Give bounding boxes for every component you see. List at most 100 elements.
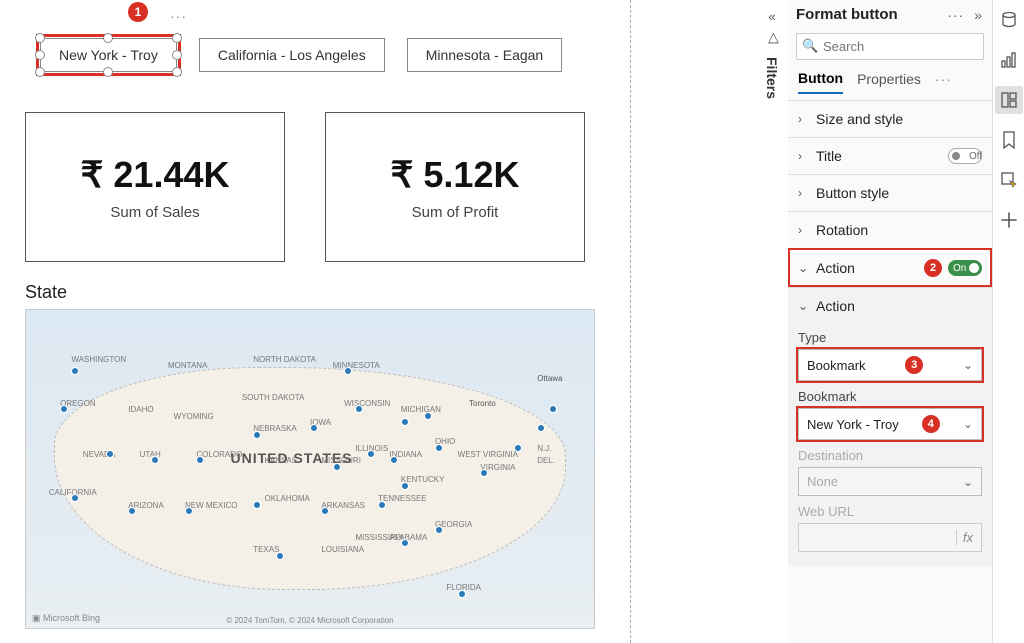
map-state-label: N.J. [537, 444, 551, 453]
select-type[interactable]: Bookmark 3 ⌄ [798, 349, 982, 381]
map-datapoint[interactable] [390, 456, 398, 464]
section-rotation[interactable]: › Rotation [788, 211, 992, 248]
map-datapoint[interactable] [378, 501, 386, 509]
resize-handle[interactable] [35, 50, 45, 60]
rail-data-icon[interactable] [995, 6, 1023, 34]
section-label: Size and style [816, 111, 982, 127]
card-sales-label: Sum of Sales [110, 204, 199, 221]
rail-add-icon[interactable] [995, 206, 1023, 234]
map-datapoint[interactable] [458, 590, 466, 598]
chevron-down-icon: ⌄ [963, 358, 973, 372]
section-button-style[interactable]: › Button style [788, 174, 992, 211]
map-state-label: MICHIGAN [401, 405, 441, 414]
panel-expand-icon[interactable]: » [972, 7, 984, 23]
chevron-right-icon: › [798, 112, 812, 126]
resize-handle[interactable] [172, 50, 182, 60]
panel-header: Format button ··· » [788, 0, 992, 29]
visual-options-icon[interactable]: ··· [170, 8, 187, 24]
map-datapoint[interactable] [106, 450, 114, 458]
map-state-label: TEXAS [253, 545, 279, 554]
rail-build-icon[interactable] [995, 46, 1023, 74]
panel-title: Format button [796, 6, 939, 23]
tab-button[interactable]: Button [798, 70, 843, 94]
callout-marker-2: 2 [924, 259, 942, 277]
map-datapoint[interactable] [60, 405, 68, 413]
funnel-icon: ▷ [761, 24, 783, 52]
map-datapoint[interactable] [333, 463, 341, 471]
toggle-title[interactable]: Off [948, 148, 982, 164]
section-label: Button style [816, 185, 982, 201]
rail-bookmark-icon[interactable] [995, 126, 1023, 154]
selected-button-wrapper[interactable]: New York - Troy [40, 38, 177, 72]
select-value: New York - Troy [807, 417, 899, 432]
map-datapoint[interactable] [253, 501, 261, 509]
section-title[interactable]: › Title Off [788, 137, 992, 174]
tab-properties[interactable]: Properties [857, 71, 921, 93]
card-profit[interactable]: ₹ 5.12K Sum of Profit [325, 112, 585, 262]
map-state-label: LOUISIANA [321, 545, 364, 554]
format-tabs: Button Properties ··· [788, 64, 992, 94]
map-datapoint[interactable] [401, 482, 409, 490]
report-canvas[interactable]: 1 ··· New York - Troy California - Los A… [0, 0, 630, 643]
subpanel-title: Action [816, 298, 855, 314]
map-datapoint[interactable] [401, 539, 409, 547]
section-label: Rotation [816, 222, 982, 238]
rail-selection-icon[interactable] [995, 166, 1023, 194]
map-datapoint[interactable] [549, 405, 557, 413]
right-tool-rail [992, 0, 1024, 643]
section-action[interactable]: ⌄ Action 2 On [788, 248, 992, 287]
resize-handle[interactable] [172, 67, 182, 77]
map-datapoint[interactable] [367, 450, 375, 458]
fx-button[interactable]: fx [956, 530, 973, 545]
button-row: New York - Troy California - Los Angeles… [20, 38, 610, 72]
toggle-action[interactable]: On [948, 260, 982, 276]
map-title: State [20, 282, 610, 303]
map-state-label: WEST VIRGINIA [458, 450, 518, 459]
callout-marker-4: 4 [922, 415, 940, 433]
map-state-label: WASHINGTON [71, 355, 126, 364]
search-icon: 🔍 [802, 38, 818, 54]
resize-handle[interactable] [103, 67, 113, 77]
map-state-label: SOUTH DAKOTA [242, 393, 305, 402]
resize-handle[interactable] [172, 33, 182, 43]
label-bookmark: Bookmark [798, 389, 982, 404]
map-attribution: © 2024 TomTom, © 2024 Microsoft Corporat… [226, 616, 393, 625]
card-sales[interactable]: ₹ 21.44K Sum of Sales [25, 112, 285, 262]
select-destination: None ⌄ [798, 467, 982, 496]
callout-marker-1: 1 [128, 2, 148, 22]
format-search[interactable]: 🔍 [796, 33, 984, 60]
card-profit-value: ₹ 5.12K [391, 154, 520, 196]
filters-pane-collapsed[interactable]: « ▷ Filters [758, 5, 786, 107]
button-california[interactable]: California - Los Angeles [199, 38, 385, 72]
canvas-divider [630, 0, 631, 643]
map-datapoint[interactable] [71, 367, 79, 375]
chevron-right-icon: › [798, 186, 812, 200]
action-subheader[interactable]: ⌄ Action [798, 296, 982, 322]
chevron-right-icon: › [798, 149, 812, 163]
card-sales-value: ₹ 21.44K [81, 154, 230, 196]
map-datapoint[interactable] [435, 444, 443, 452]
section-size-style[interactable]: › Size and style [788, 100, 992, 137]
panel-more-icon[interactable]: ··· [945, 7, 966, 23]
map-datapoint[interactable] [276, 552, 284, 560]
select-value: None [807, 474, 838, 489]
map-datapoint[interactable] [424, 412, 432, 420]
map-visual[interactable]: UNITED STATES WASHINGTON MONTANA NORTH D… [25, 309, 595, 629]
card-profit-label: Sum of Profit [412, 204, 499, 221]
map-state-label: IDAHO [128, 405, 153, 414]
format-panel: Format button ··· » 🔍 Button Properties … [788, 0, 992, 643]
map-datapoint[interactable] [253, 431, 261, 439]
map-city-label: Toronto [469, 399, 496, 408]
section-label: Title [816, 148, 948, 164]
select-bookmark[interactable]: New York - Troy 4 ⌄ [798, 408, 982, 440]
button-minnesota[interactable]: Minnesota - Eagan [407, 38, 563, 72]
chevron-right-icon: › [798, 223, 812, 237]
format-search-input[interactable] [796, 33, 984, 60]
resize-handle[interactable] [35, 67, 45, 77]
resize-handle[interactable] [35, 33, 45, 43]
rail-format-icon[interactable] [995, 86, 1023, 114]
label-weburl: Web URL [798, 504, 982, 519]
tabs-more-icon[interactable]: ··· [935, 71, 952, 93]
map-attribution-bing: ▣ Microsoft Bing [32, 613, 100, 624]
map-datapoint[interactable] [401, 418, 409, 426]
